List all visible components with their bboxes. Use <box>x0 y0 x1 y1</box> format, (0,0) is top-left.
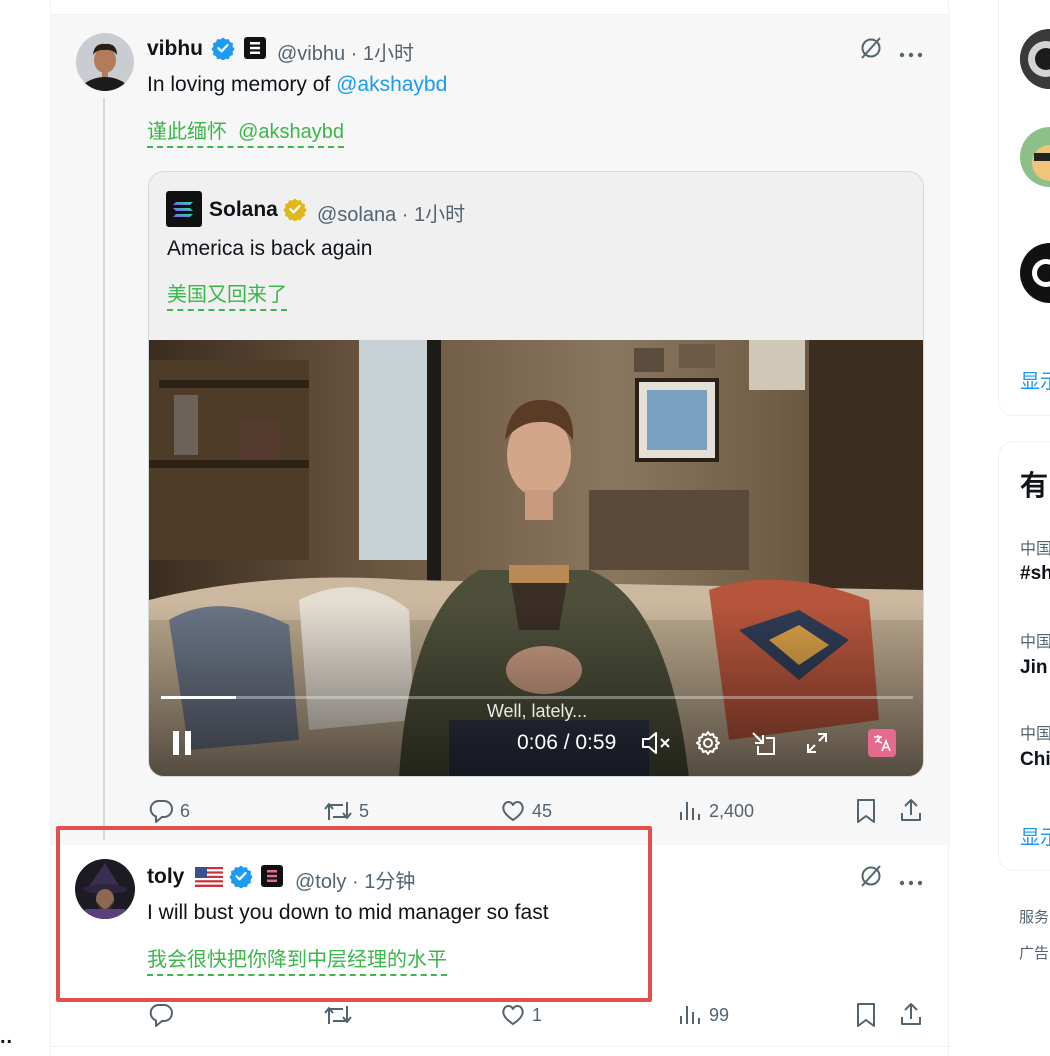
more-options-icon[interactable] <box>899 45 923 63</box>
translate-caption-icon[interactable] <box>868 729 896 762</box>
video-player[interactable]: Well, lately... 0:06 / 0:59 <box>149 340 923 776</box>
verified-gold-badge-icon <box>283 197 307 226</box>
pause-icon[interactable] <box>171 730 193 761</box>
suggested-avatar-1[interactable] <box>1020 29 1050 89</box>
views-chart-icon <box>680 802 700 820</box>
suggested-avatar-3[interactable] <box>1020 243 1050 303</box>
reply-button[interactable] <box>148 1002 180 1028</box>
avatar-vibhu-image <box>76 33 134 91</box>
trend-title[interactable]: Jin <box>1020 657 1047 679</box>
highlight-annotation-box <box>56 826 652 1002</box>
like-button[interactable]: 45 <box>500 798 552 824</box>
video-caption: Well, lately... <box>486 701 588 721</box>
reply-icon <box>149 800 173 823</box>
quoted-post-time[interactable]: 1小时 <box>414 204 465 226</box>
views-button[interactable]: 99 <box>677 1002 729 1028</box>
views-count: 99 <box>709 1004 730 1025</box>
quoted-post-card[interactable]: Solana @solana · 1小时 America is back aga… <box>148 171 924 777</box>
quoted-translation-text: 美国又回来了 <box>167 284 287 311</box>
grok-slash-icon[interactable] <box>858 35 884 66</box>
heart-icon <box>502 801 524 821</box>
solana-avatar[interactable] <box>166 191 202 232</box>
reply-icon <box>149 1004 173 1027</box>
left-more-dots[interactable]: .. <box>0 1026 13 1049</box>
views-chart-icon <box>680 1006 700 1024</box>
minimize-video-icon[interactable] <box>750 730 778 763</box>
quoted-author-name[interactable]: Solana <box>209 198 278 222</box>
post-text: In loving memory of @akshaybd <box>147 73 448 96</box>
heart-icon <box>502 1005 524 1025</box>
bookmark-icon[interactable] <box>854 1002 878 1033</box>
translation-block: 谨此缅怀 @akshaybd <box>147 115 345 148</box>
trend-title[interactable]: #sh <box>1020 563 1050 585</box>
verified-badge-icon <box>211 36 235 65</box>
footer-link[interactable]: 服务 <box>1019 906 1049 927</box>
trend-category: 中国 <box>1020 541 1050 558</box>
trend-category: 中国 <box>1020 634 1050 651</box>
like-count: 1 <box>532 1004 543 1025</box>
show-more-link[interactable]: 显示 <box>1020 365 1050 394</box>
reply-count: 6 <box>180 800 191 821</box>
reply-button[interactable]: 6 <box>148 798 190 824</box>
author-name[interactable]: vibhu <box>147 37 203 61</box>
settings-gear-icon[interactable] <box>695 730 721 761</box>
repost-button[interactable]: 5 <box>323 798 369 824</box>
more-options-icon[interactable] <box>899 873 923 891</box>
avatar-vibhu[interactable] <box>76 33 134 91</box>
page: .. vibhu @vibhu · 1小时 In loving memory o… <box>0 0 1050 1056</box>
repost-icon <box>324 1006 352 1024</box>
repost-button[interactable] <box>323 1002 359 1028</box>
trend-category: 中国 <box>1020 726 1050 743</box>
divider <box>51 1046 950 1047</box>
thread-connector-line <box>103 98 105 840</box>
repost-count: 5 <box>359 800 370 821</box>
solana-logo-icon <box>166 191 202 227</box>
post-time[interactable]: 1小时 <box>363 43 414 65</box>
quoted-author-handle[interactable]: @solana · 1小时 <box>317 198 465 227</box>
views-button[interactable]: 2,400 <box>677 798 754 824</box>
author-handle[interactable]: @vibhu · 1小时 <box>277 37 414 66</box>
video-time: 0:06 / 0:59 <box>517 731 617 754</box>
video-progress-track[interactable] <box>161 696 913 699</box>
footer-link[interactable]: 广告 <box>1019 942 1049 963</box>
affiliate-logo-icon <box>244 37 266 64</box>
trends-heading: 有 <box>1020 470 1049 501</box>
quoted-post-text: America is back again <box>167 237 373 260</box>
mute-icon[interactable] <box>640 730 672 761</box>
fullscreen-icon[interactable] <box>805 731 829 760</box>
quoted-translation-block: 美国又回来了 <box>167 278 287 311</box>
like-button[interactable]: 1 <box>500 1002 542 1028</box>
trend-title[interactable]: Chi <box>1020 749 1050 771</box>
trends-card: 有 中国 #sh 中国 Jin 中国 Chi 显示 <box>998 441 1050 871</box>
share-icon[interactable] <box>899 1001 923 1032</box>
grok-slash-icon[interactable] <box>858 863 884 894</box>
translation-text: 谨此缅怀 @akshaybd <box>147 121 345 148</box>
like-count: 45 <box>532 800 553 821</box>
video-progress-fill <box>161 696 237 699</box>
bookmark-icon[interactable] <box>854 798 878 829</box>
show-more-link[interactable]: 显示 <box>1020 821 1050 850</box>
mention-link[interactable]: @akshaybd <box>336 73 447 96</box>
views-count: 2,400 <box>709 800 755 821</box>
share-icon[interactable] <box>899 797 923 828</box>
who-to-follow-card: 显示 <box>998 0 1050 416</box>
suggested-avatar-2[interactable] <box>1020 127 1050 187</box>
repost-icon <box>324 802 352 820</box>
